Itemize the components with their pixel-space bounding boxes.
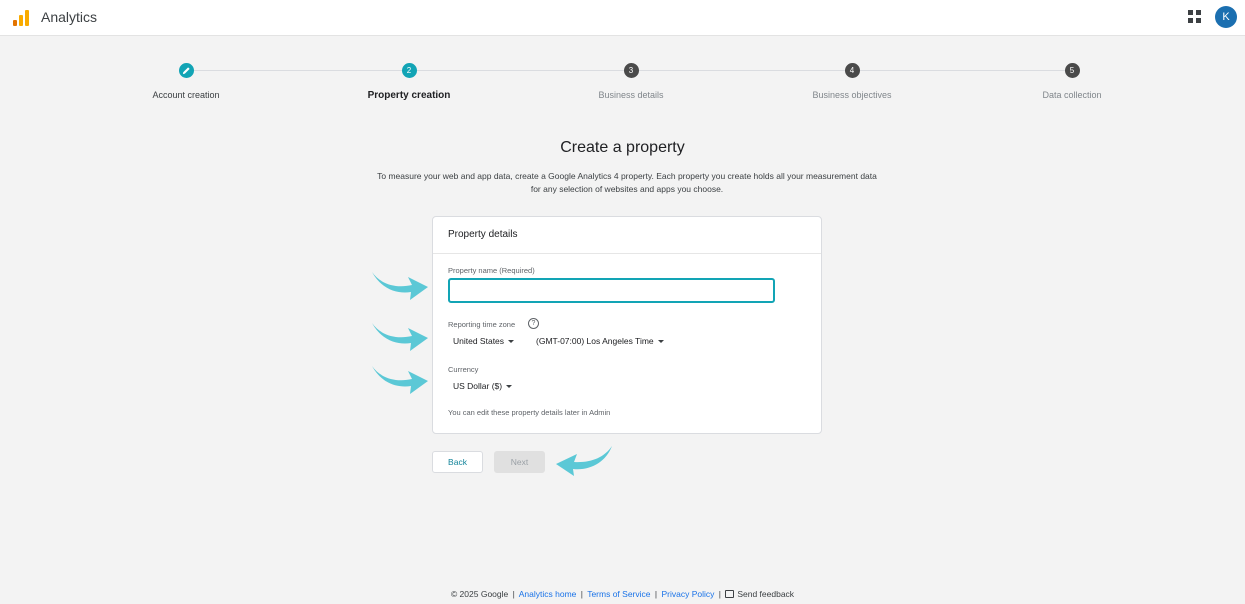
annotation-arrow-icon <box>556 446 612 476</box>
card-header: Property details <box>433 217 821 254</box>
app-title: Analytics <box>41 9 98 25</box>
terms-of-service-link[interactable]: Terms of Service <box>587 589 650 599</box>
send-feedback-label: Send feedback <box>737 589 795 599</box>
step-business-objectives: 4 Business objectives <box>772 63 932 100</box>
timezone-select[interactable]: (GMT-07:00) Los Angeles Time <box>536 336 664 346</box>
analytics-home-link[interactable]: Analytics home <box>519 589 577 599</box>
step-label: Property creation <box>367 90 451 101</box>
step-number: 2 <box>401 63 417 78</box>
currency-label: Currency <box>448 365 479 374</box>
step-number: 3 <box>623 63 639 78</box>
step-label: Business objectives <box>812 90 892 100</box>
footer-separator: | <box>580 589 583 599</box>
apps-grid-icon[interactable] <box>1188 10 1202 24</box>
top-app-bar: Analytics K <box>0 0 1245 36</box>
dropdown-caret-icon <box>508 340 515 344</box>
next-button[interactable]: Next <box>494 451 545 473</box>
step-data-collection: 5 Data collection <box>992 63 1152 100</box>
currency-value: US Dollar ($) <box>453 381 503 391</box>
footer-separator: | <box>718 589 721 599</box>
annotation-arrow-icon <box>372 323 428 351</box>
copyright: © 2025 Google <box>450 589 509 599</box>
edit-later-note: You can edit these property details late… <box>448 408 611 417</box>
page-description: To measure your web and app data, create… <box>377 171 877 194</box>
country-select[interactable]: United States <box>453 336 515 346</box>
property-name-input[interactable] <box>448 278 775 303</box>
annotation-arrow-icon <box>372 366 428 394</box>
footer-separator: | <box>512 589 515 599</box>
step-business-details: 3 Business details <box>551 63 711 100</box>
send-feedback-button[interactable]: Send feedback <box>725 589 794 599</box>
pencil-icon <box>182 67 190 75</box>
feedback-icon <box>725 589 735 598</box>
timezone-label: Reporting time zone <box>448 320 516 329</box>
back-button[interactable]: Back <box>432 451 483 473</box>
property-details-card: Property details Property name (Required… <box>432 216 822 434</box>
step-label: Business details <box>598 90 664 100</box>
footer-separator: | <box>654 589 658 599</box>
annotation-arrow-icon <box>372 272 428 300</box>
footer: © 2025 Google | Analytics home | Terms o… <box>0 589 1245 599</box>
step-number: 4 <box>844 63 860 78</box>
step-account-creation: Account creation <box>106 63 266 100</box>
page-title: Create a property <box>560 139 685 156</box>
step-label: Account creation <box>152 90 220 100</box>
help-icon[interactable]: ? <box>528 318 539 329</box>
country-value: United States <box>453 336 505 346</box>
step-property-creation: 2 Property creation <box>329 63 489 101</box>
step-number: 5 <box>1064 63 1080 78</box>
step-label: Data collection <box>1042 90 1102 100</box>
currency-select[interactable]: US Dollar ($) <box>453 381 513 391</box>
privacy-policy-link[interactable]: Privacy Policy <box>661 589 714 599</box>
dropdown-caret-icon <box>506 385 513 389</box>
dropdown-caret-icon <box>657 340 664 344</box>
timezone-value: (GMT-07:00) Los Angeles Time <box>536 336 654 346</box>
step-done-circle <box>178 63 194 78</box>
property-name-label: Property name (Required) <box>448 266 535 275</box>
account-avatar[interactable]: K <box>1215 6 1237 28</box>
analytics-logo-icon <box>13 10 29 26</box>
